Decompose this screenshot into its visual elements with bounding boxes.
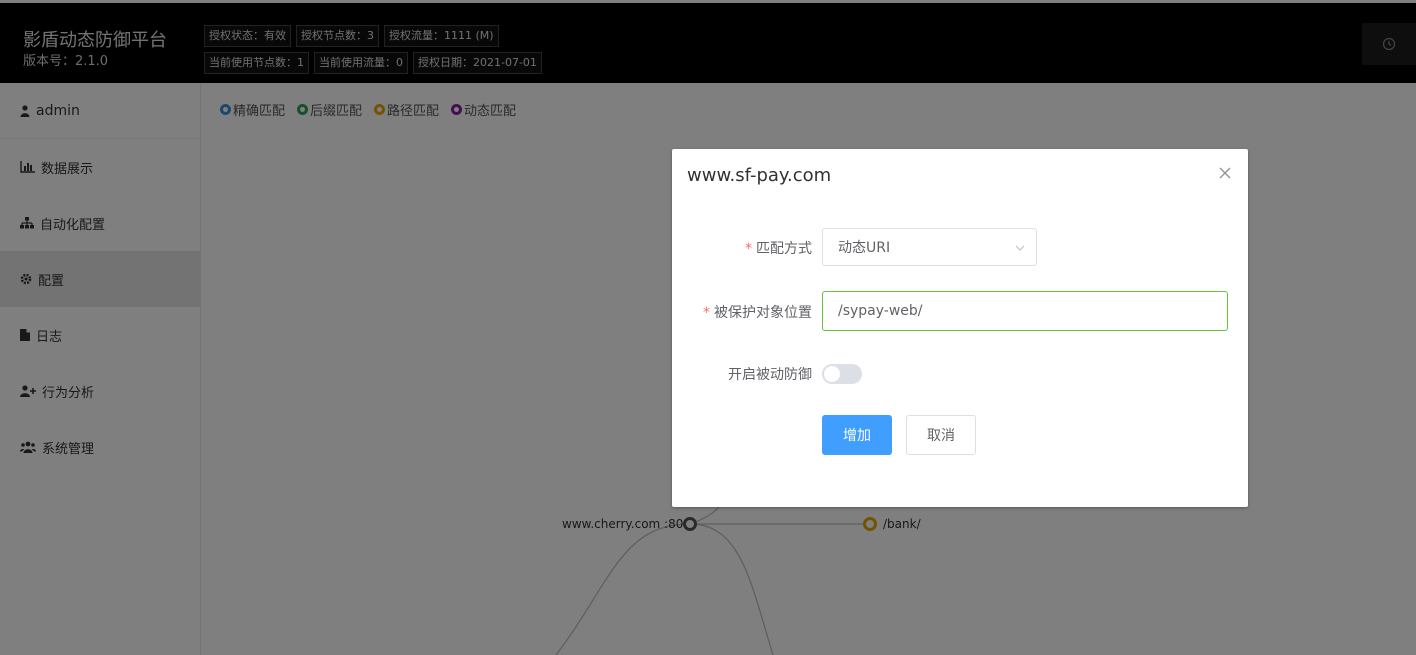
required-mark: *: [703, 305, 710, 321]
chevron-down-icon: [1015, 245, 1025, 251]
add-rule-dialog: www.sf-pay.com *匹配方式 动态URI *被保护对象位置 开启被动…: [672, 149, 1248, 507]
add-button[interactable]: 增加: [822, 415, 892, 455]
match-type-select[interactable]: 动态URI: [822, 228, 1037, 266]
location-label: * 被保护对象位置: [703, 305, 812, 321]
passive-defense-label: 开启被动防御: [728, 367, 812, 383]
match-type-label: * 匹配方式: [745, 241, 812, 257]
close-button[interactable]: [1217, 165, 1233, 181]
cancel-button[interactable]: 取消: [906, 415, 976, 455]
required-mark: *: [745, 241, 752, 257]
close-icon: [1219, 167, 1231, 179]
match-type-value: 动态URI: [838, 240, 891, 256]
toggle-knob: [824, 366, 840, 382]
dialog-title: www.sf-pay.com: [687, 165, 832, 186]
location-input[interactable]: [822, 291, 1228, 331]
passive-defense-toggle[interactable]: [822, 364, 862, 384]
